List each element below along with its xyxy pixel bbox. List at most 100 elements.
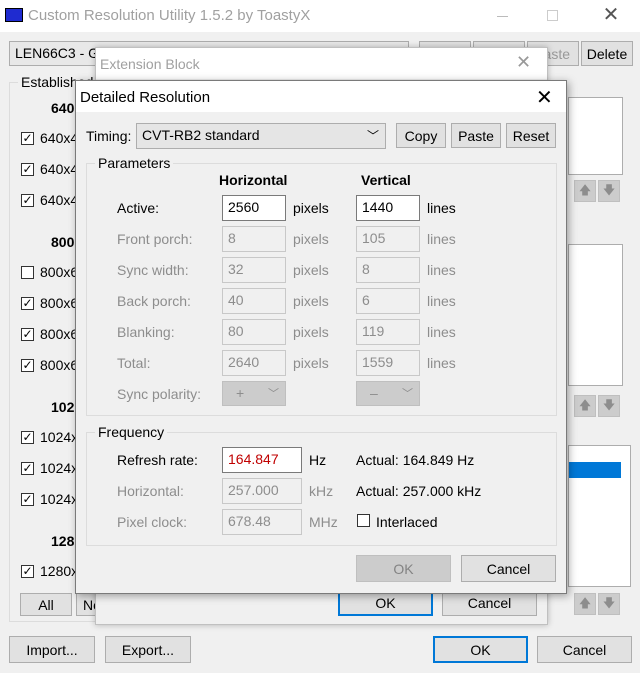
timing-select[interactable]: CVT-RB2 standard ﹀: [136, 123, 386, 149]
lines-unit: lines: [427, 355, 456, 371]
close-icon[interactable]: ✕: [516, 52, 531, 73]
checkbox-800-3[interactable]: ✓: [21, 328, 34, 341]
checkbox-800-4[interactable]: ✓: [21, 359, 34, 372]
back-porch-vertical-field[interactable]: 6: [356, 288, 420, 314]
horizontal-header: Horizontal: [219, 172, 288, 188]
sync-polarity-horizontal-select[interactable]: + ﹀: [222, 381, 286, 406]
main-ok-button[interactable]: OK: [433, 636, 528, 663]
standard-list[interactable]: [568, 244, 623, 386]
lines-unit: lines: [427, 231, 456, 247]
checkbox-640-2[interactable]: ✓: [21, 163, 34, 176]
timing-value: CVT-RB2 standard: [142, 127, 260, 143]
blanking-vertical-field[interactable]: 119: [356, 319, 420, 345]
checkbox-1024-1[interactable]: ✓: [21, 431, 34, 444]
close-icon[interactable]: ✕: [588, 0, 634, 32]
down-arrow-icon[interactable]: 🡇: [598, 180, 620, 202]
checkbox-640-3[interactable]: ✓: [21, 194, 34, 207]
interlaced-checkbox[interactable]: [357, 514, 370, 527]
down-arrow-icon[interactable]: 🡇: [598, 395, 620, 417]
res-label: 800x6: [40, 326, 79, 342]
res-label: 1280x: [40, 563, 79, 579]
detailed-ok-button[interactable]: OK: [356, 555, 451, 582]
active-vertical-field[interactable]: 1440: [356, 195, 420, 221]
front-porch-horizontal-field[interactable]: 8: [222, 226, 286, 252]
refresh-rate-label: Refresh rate:: [117, 452, 198, 468]
chevron-down-icon: ﹀: [402, 388, 413, 400]
interlaced-label: Interlaced: [376, 514, 438, 530]
horizontal-freq-field[interactable]: 257.000: [222, 478, 302, 504]
res-label: 800x6: [40, 295, 79, 311]
maximize-icon[interactable]: [530, 0, 576, 32]
res-label: 640x4: [40, 130, 79, 146]
blanking-label: Blanking:: [117, 324, 175, 340]
checkbox-800-1[interactable]: [21, 266, 34, 279]
blanking-horizontal-field[interactable]: 80: [222, 319, 286, 345]
sync-width-horizontal-field[interactable]: 32: [222, 257, 286, 283]
checkbox-800-2[interactable]: ✓: [21, 297, 34, 310]
vertical-header: Vertical: [361, 172, 411, 188]
paste-button[interactable]: Paste: [451, 123, 501, 148]
up-arrow-icon[interactable]: 🡅: [574, 593, 596, 615]
pixels-unit: pixels: [293, 355, 329, 371]
active-horizontal-field[interactable]: 2560: [222, 195, 286, 221]
export-button[interactable]: Export...: [105, 636, 191, 663]
sync-width-label: Sync width:: [117, 262, 189, 278]
back-porch-horizontal-field[interactable]: 40: [222, 288, 286, 314]
detailed-cancel-button[interactable]: Cancel: [461, 555, 556, 582]
total-vertical-field[interactable]: 1559: [356, 350, 420, 376]
extension-title-bar: Extension Block ✕: [96, 48, 547, 79]
import-button[interactable]: Import...: [9, 636, 95, 663]
checkbox-1280-1[interactable]: ✓: [21, 565, 34, 578]
copy-button[interactable]: Copy: [396, 123, 446, 148]
delete-button[interactable]: Delete: [581, 41, 633, 66]
refresh-actual: Actual: 164.849 Hz: [356, 452, 475, 468]
pixel-clock-unit: MHz: [309, 514, 338, 530]
sync-width-vertical-field[interactable]: 8: [356, 257, 420, 283]
res-label: 1024x: [40, 491, 79, 507]
pixels-unit: pixels: [293, 293, 329, 309]
chevron-down-icon: ﹀: [268, 388, 279, 400]
pixels-unit: pixels: [293, 262, 329, 278]
up-arrow-icon[interactable]: 🡅: [574, 395, 596, 417]
detailed-resolution-dialog: Detailed Resolution ✕ Timing: CVT-RB2 st…: [75, 80, 567, 594]
lines-unit: lines: [427, 324, 456, 340]
minimize-icon[interactable]: [480, 0, 526, 32]
lines-unit: lines: [427, 200, 456, 216]
extension-title: Extension Block: [100, 56, 200, 72]
checkbox-1024-3[interactable]: ✓: [21, 493, 34, 506]
group-header-1024: 102: [51, 399, 75, 415]
active-label: Active:: [117, 200, 160, 216]
main-title-bar: Custom Resolution Utility 1.5.2 by Toast…: [0, 0, 640, 32]
checkbox-640-1[interactable]: ✓: [21, 132, 34, 145]
front-porch-vertical-field[interactable]: 105: [356, 226, 420, 252]
sync-polarity-vertical-select[interactable]: – ﹀: [356, 381, 420, 406]
horizontal-freq-unit: kHz: [309, 483, 334, 499]
lines-unit: lines: [427, 262, 456, 278]
pixel-clock-field[interactable]: 678.48: [222, 509, 302, 535]
res-label: 1024x: [40, 460, 79, 476]
monitor-value: LEN66C3 - G2: [15, 45, 107, 61]
group-header-1280: 128: [51, 533, 75, 549]
sync-polarity-label: Sync polarity:: [117, 386, 202, 402]
all-button[interactable]: All: [20, 593, 72, 616]
checkbox-1024-2[interactable]: ✓: [21, 462, 34, 475]
res-label: 800x6: [40, 264, 79, 280]
detailed-title: Detailed Resolution: [80, 89, 211, 106]
refresh-rate-field[interactable]: 164.847: [222, 447, 302, 473]
selected-extension-row[interactable]: [569, 462, 621, 478]
res-label: 640x4: [40, 161, 79, 177]
chevron-down-icon: ﹀: [366, 129, 379, 143]
pixels-unit: pixels: [293, 231, 329, 247]
close-icon[interactable]: ✕: [536, 85, 553, 110]
up-arrow-icon[interactable]: 🡅: [574, 180, 596, 202]
extension-list[interactable]: [568, 445, 631, 587]
pixel-clock-label: Pixel clock:: [117, 514, 188, 530]
main-title: Custom Resolution Utility 1.5.2 by Toast…: [28, 7, 311, 24]
parameters-label: Parameters: [95, 155, 174, 171]
reset-button[interactable]: Reset: [506, 123, 556, 148]
total-horizontal-field[interactable]: 2640: [222, 350, 286, 376]
down-arrow-icon[interactable]: 🡇: [598, 593, 620, 615]
main-cancel-button[interactable]: Cancel: [537, 636, 632, 663]
lines-unit: lines: [427, 293, 456, 309]
detailed-list[interactable]: [568, 97, 623, 175]
